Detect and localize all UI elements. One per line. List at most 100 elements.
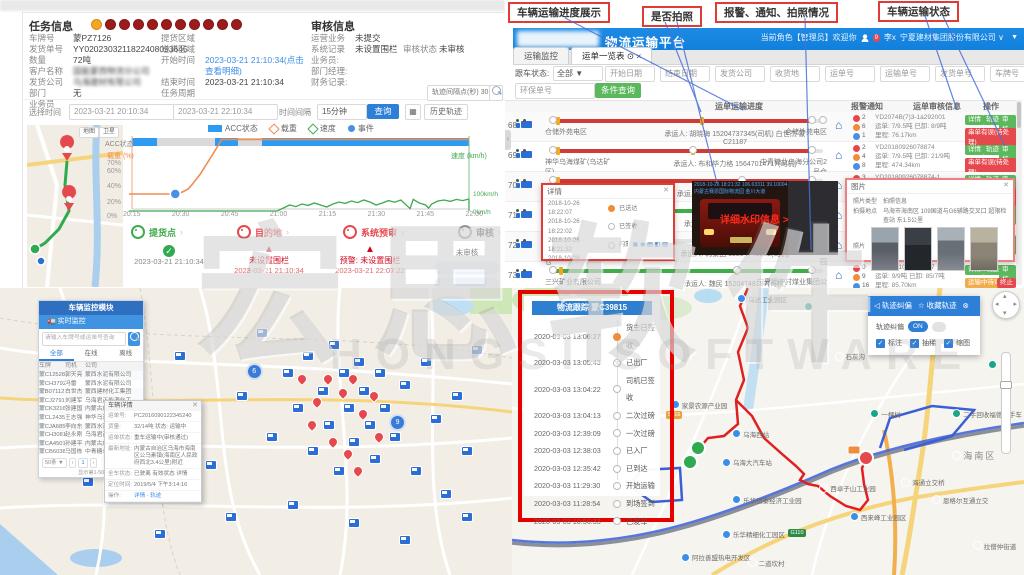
fleet-panel-subtitle[interactable]: 🚛 实时监控 [39,315,143,329]
alarm-count-blue[interactable]: 1 [853,132,866,140]
vehicle-marker[interactable] [317,386,329,396]
waybill-row[interactable]: 68 仓储外苑电区 承运人: 胡晓梅 15204737345(司机) 白世杰 蒙… [505,112,1016,142]
vehicle-marker[interactable] [461,512,473,522]
checkbox-icon[interactable]: ✓ [944,339,953,348]
zoom-slider[interactable] [1001,352,1011,454]
toggle-knob[interactable] [932,322,946,332]
detail-button[interactable]: 详情 [965,145,984,155]
checkbox-icon[interactable]: ✓ [876,339,885,348]
vehicle-marker[interactable] [369,454,381,464]
vehicle-marker[interactable] [410,466,422,476]
vehicle-marker[interactable] [326,435,340,449]
waybill-row[interactable]: 69 神华乌海煤矿(乌达矿区) 承运人: 布和毕力格 15647014717(司… [505,142,1016,172]
home-icon[interactable]: ⌂ [835,149,842,161]
settings-icon[interactable]: ⊗ [963,296,969,316]
vehicle-marker[interactable] [307,446,319,456]
vehicle-marker[interactable] [292,403,304,413]
vehicle-marker[interactable] [302,351,314,361]
vehicle-marker[interactable]: 6 [246,363,263,380]
vehicle-marker[interactable] [353,357,365,367]
alarm-count-red[interactable]: 2 [853,144,866,152]
playback-option[interactable]: ✓缩图 [944,338,970,348]
vehicle-marker[interactable] [364,420,376,430]
vehicle-marker[interactable] [399,535,411,545]
vehicle-marker[interactable] [420,357,432,367]
vehicle-marker[interactable] [372,429,386,443]
row-action-icons[interactable]: ▣ ◉ ▤ ◧ ▥ [632,240,668,249]
alarm-count-red[interactable]: 2 [853,114,866,122]
vehicle-marker[interactable] [341,447,355,461]
vehicle-marker[interactable] [461,446,473,456]
photo-thumbnail[interactable] [970,227,998,271]
alarm-count-orange[interactable]: 4 [853,153,866,161]
vehicle-marker[interactable] [287,500,299,510]
filter-input[interactable]: 车牌号 [990,66,1024,82]
vehicle-marker[interactable] [348,518,360,528]
vehicle-marker[interactable]: 9 [389,414,406,431]
search-icon[interactable] [128,332,140,346]
collapse-handle[interactable]: ‹ [505,130,511,150]
page-number[interactable]: 1 [78,458,87,468]
fleet-row[interactable]: 蒙CH3792冯雷蒙西水泥有限公司 [39,380,143,389]
filter-input[interactable]: 发货公司 [715,66,765,82]
prev-page-button[interactable]: ‹ [69,458,77,468]
vehicle-marker[interactable] [256,328,268,338]
vehicle-marker[interactable] [295,372,309,386]
compass-control[interactable]: ▴▾ ◂▸ [992,291,1020,319]
vehicle-marker[interactable] [379,403,391,413]
fleet-search-input[interactable]: 请输入车牌号或运单号查询 [42,332,126,346]
vehicle-marker[interactable] [336,386,350,400]
fleet-tab[interactable]: 全部 [39,348,74,361]
vehicle-marker[interactable] [320,372,334,386]
next-page-button[interactable]: › [90,458,98,468]
vehicle-marker[interactable] [389,432,401,442]
photo-thumbnail[interactable] [937,227,965,271]
fleet-map[interactable]: 69 车辆监控模块 🚛 实时监控 请输入车牌号或运单号查询 全部在线离线 车牌司… [0,288,512,575]
correct-track-button[interactable]: ◁ 轨迹纠偏 [874,296,912,316]
milestone-step[interactable]: 系统预审 › [343,225,404,239]
truck-photo[interactable]: 2018-10-26 18:21:32 106.63311 39.10004 内… [692,181,838,255]
vehicle-marker[interactable] [333,466,345,476]
fleet-tab[interactable]: 离线 [108,348,143,361]
fleet-row[interactable]: 蒙C12528郭天亮蒙西水泥有限公司 [39,371,143,380]
fleet-row[interactable]: 蒙B07112白世杰蒙西建材化工集团 [39,388,143,397]
filter-input[interactable]: 收货地 [770,66,820,82]
app-user-area[interactable]: 当前角色【管理员】欢迎你 9 李x 宁夏建材集团股份有限公司 ∨ [761,32,1004,43]
photo-thumbnail[interactable] [871,227,899,271]
filter-input[interactable]: 结束日期 [660,66,710,82]
filter-input[interactable]: 开始日期 [605,66,655,82]
playback-option[interactable]: ✓抽稀 [910,338,936,348]
vehicle-marker[interactable] [451,391,463,401]
alarm-count-orange[interactable]: 9 [853,273,866,281]
vehicle-marker[interactable] [430,414,442,424]
favorite-track-button[interactable]: ☆ 收藏轨迹 [918,296,957,316]
vehicle-marker[interactable] [471,345,483,355]
vehicle-marker[interactable] [154,529,166,539]
vehicle-marker[interactable] [351,464,365,478]
filter-extra-input[interactable]: 环保单号 [515,83,595,99]
checkbox-icon[interactable]: ✓ [910,339,919,348]
filter-status-select[interactable]: 全部 ▼ [553,66,603,81]
vehicle-marker[interactable] [323,420,335,430]
milestone-step[interactable]: 目的地 › [237,225,289,239]
milestone-step[interactable]: 提货点 › [131,225,183,239]
vehicle-marker[interactable] [310,395,324,409]
filter-input[interactable]: 运输单号 [880,66,930,82]
vehicle-marker[interactable] [305,418,319,432]
close-icon[interactable]: ✕ [1003,181,1009,192]
filter-search-button[interactable]: 条件查询 [595,83,641,98]
track-map[interactable]: 家景农源产业园乌达工业园区乌海西站乌海大汽车站乐华恒泰经济工业园乐华精细化工园区… [512,288,1024,575]
vehicle-marker[interactable] [399,380,411,390]
vehicle-marker[interactable] [440,489,452,499]
home-icon[interactable]: ⌂ [835,269,842,281]
scrollbar[interactable] [1016,100,1022,285]
tab-waybill-list[interactable]: 运单一览表 ⊙ × [571,47,652,64]
filter-input[interactable]: 运单号 [825,66,875,82]
alarm-count-orange[interactable]: 6 [853,123,866,131]
chevron-down-icon[interactable]: ▼ [1011,34,1018,41]
terminate-button[interactable]: 终止 [997,278,1016,288]
tab-monitor[interactable]: 运输监控 [513,47,569,64]
fleet-tab[interactable]: 在线 [74,348,109,361]
vehicle-marker[interactable] [174,351,186,361]
vehicle-marker[interactable] [343,403,355,413]
